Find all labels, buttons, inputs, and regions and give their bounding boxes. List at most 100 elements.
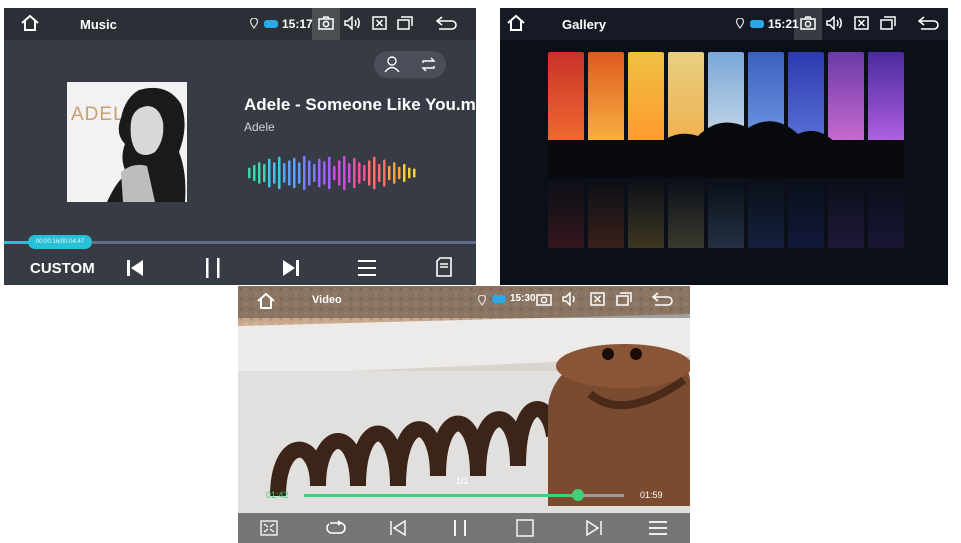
- clock-time: 15:17: [282, 17, 313, 31]
- back-icon[interactable]: [436, 16, 458, 30]
- reflection-strip: [868, 178, 904, 248]
- fullscreen-icon[interactable]: [260, 520, 278, 536]
- song-title: Adele - Someone Like You.mp3: [244, 95, 476, 114]
- visualizer-bar: [408, 167, 411, 179]
- visualizer-bar: [358, 162, 361, 184]
- next-track-icon[interactable]: [282, 259, 300, 277]
- music-player-panel: Music 15:17 ADELE Adele - Someone Like Y…: [4, 8, 476, 285]
- visualizer-bar: [273, 162, 276, 184]
- status-bar: Music 15:17: [4, 8, 476, 40]
- gallery-panel: Gallery 15:21: [500, 8, 948, 285]
- user-icon[interactable]: [384, 56, 400, 73]
- artist-name: Adele: [244, 120, 275, 134]
- battery-icon: [750, 20, 764, 28]
- reflection-strip: [788, 178, 824, 248]
- battery-icon: [264, 20, 278, 28]
- visualizer-bar: [368, 160, 371, 186]
- recent-apps-icon[interactable]: [616, 292, 632, 306]
- audio-visualizer: [248, 155, 416, 191]
- visualizer-bar: [308, 160, 311, 186]
- reflection-strip: [828, 178, 864, 248]
- volume-icon[interactable]: [826, 16, 844, 30]
- video-controls: [238, 513, 690, 543]
- app-title: Music: [80, 17, 117, 32]
- battery-icon: [492, 294, 506, 303]
- home-icon[interactable]: [20, 14, 40, 32]
- stop-icon[interactable]: [516, 519, 534, 537]
- visualizer-bar: [383, 159, 386, 187]
- video-frame[interactable]: [238, 286, 690, 543]
- sd-card-icon[interactable]: [436, 257, 452, 277]
- visualizer-bar: [268, 158, 271, 188]
- visualizer-bar: [343, 155, 346, 191]
- visualizer-bar: [263, 164, 266, 182]
- status-bar: Video 15:30: [238, 286, 690, 318]
- visualizer-bar: [328, 156, 331, 190]
- home-icon[interactable]: [506, 14, 526, 32]
- video-counter: 1/1: [456, 476, 469, 486]
- back-icon[interactable]: [918, 16, 940, 30]
- visualizer-bar: [363, 164, 366, 182]
- reflection-strip: [748, 178, 784, 248]
- camera-icon[interactable]: [536, 292, 552, 306]
- pause-icon[interactable]: [452, 519, 468, 537]
- visualizer-bar: [318, 158, 321, 188]
- visualizer-bar: [353, 157, 356, 189]
- visualizer-bar: [293, 157, 296, 189]
- visualizer-bar: [398, 166, 401, 180]
- current-time: 01:42: [266, 490, 289, 500]
- tree-silhouette: [548, 121, 904, 178]
- home-icon[interactable]: [256, 292, 276, 310]
- reflection-strip: [708, 178, 744, 248]
- visualizer-bar: [388, 165, 391, 181]
- next-icon[interactable]: [586, 520, 602, 536]
- pause-icon[interactable]: [204, 257, 222, 279]
- visualizer-bar: [283, 163, 286, 183]
- status-bar: Gallery 15:21: [500, 8, 948, 40]
- seek-fill: [304, 494, 579, 497]
- app-title: Video: [312, 294, 342, 306]
- progress-fill: [4, 241, 31, 244]
- location-icon: [250, 18, 258, 29]
- previous-track-icon[interactable]: [126, 259, 144, 277]
- visualizer-bar: [288, 160, 291, 186]
- visualizer-bar: [348, 163, 351, 183]
- back-icon[interactable]: [652, 292, 674, 306]
- recent-apps-icon[interactable]: [397, 16, 413, 30]
- playlist-icon[interactable]: [357, 259, 377, 277]
- volume-icon[interactable]: [562, 292, 580, 306]
- volume-icon[interactable]: [344, 16, 362, 30]
- music-options-pill: [374, 51, 446, 78]
- reflection-strip: [588, 178, 624, 248]
- close-app-icon[interactable]: [590, 292, 605, 306]
- visualizer-bar: [248, 167, 251, 179]
- visualizer-bar: [393, 162, 396, 184]
- visualizer-bar: [338, 160, 341, 186]
- loop-icon[interactable]: [324, 519, 348, 537]
- album-art: ADELE: [67, 82, 187, 202]
- location-icon: [736, 18, 744, 29]
- visualizer-bar: [413, 168, 416, 178]
- close-app-icon[interactable]: [854, 16, 869, 30]
- clock-time: 15:30: [510, 293, 536, 304]
- repeat-icon[interactable]: [420, 57, 437, 72]
- visualizer-bar: [253, 164, 256, 182]
- progress-time[interactable]: 00:00:16/00:04:47: [28, 235, 92, 249]
- visualizer-bar: [323, 161, 326, 185]
- visualizer-bar: [303, 155, 306, 191]
- visualizer-bar: [373, 156, 376, 190]
- app-title: Gallery: [562, 17, 607, 32]
- playlist-icon[interactable]: [648, 520, 668, 536]
- visualizer-bar: [278, 156, 281, 190]
- camera-icon: [318, 16, 334, 30]
- visualizer-bar: [298, 162, 301, 184]
- total-time: 01:59: [640, 490, 663, 500]
- close-app-icon[interactable]: [372, 16, 387, 30]
- previous-icon[interactable]: [390, 520, 406, 536]
- video-player-panel: Video 15:30 1/1 01:42 01:59: [238, 286, 690, 543]
- custom-button[interactable]: CUSTOM: [30, 260, 95, 277]
- recent-apps-icon[interactable]: [880, 16, 896, 30]
- reflection-strip: [548, 178, 584, 248]
- visualizer-bar: [313, 164, 316, 182]
- visualizer-bar: [403, 164, 406, 182]
